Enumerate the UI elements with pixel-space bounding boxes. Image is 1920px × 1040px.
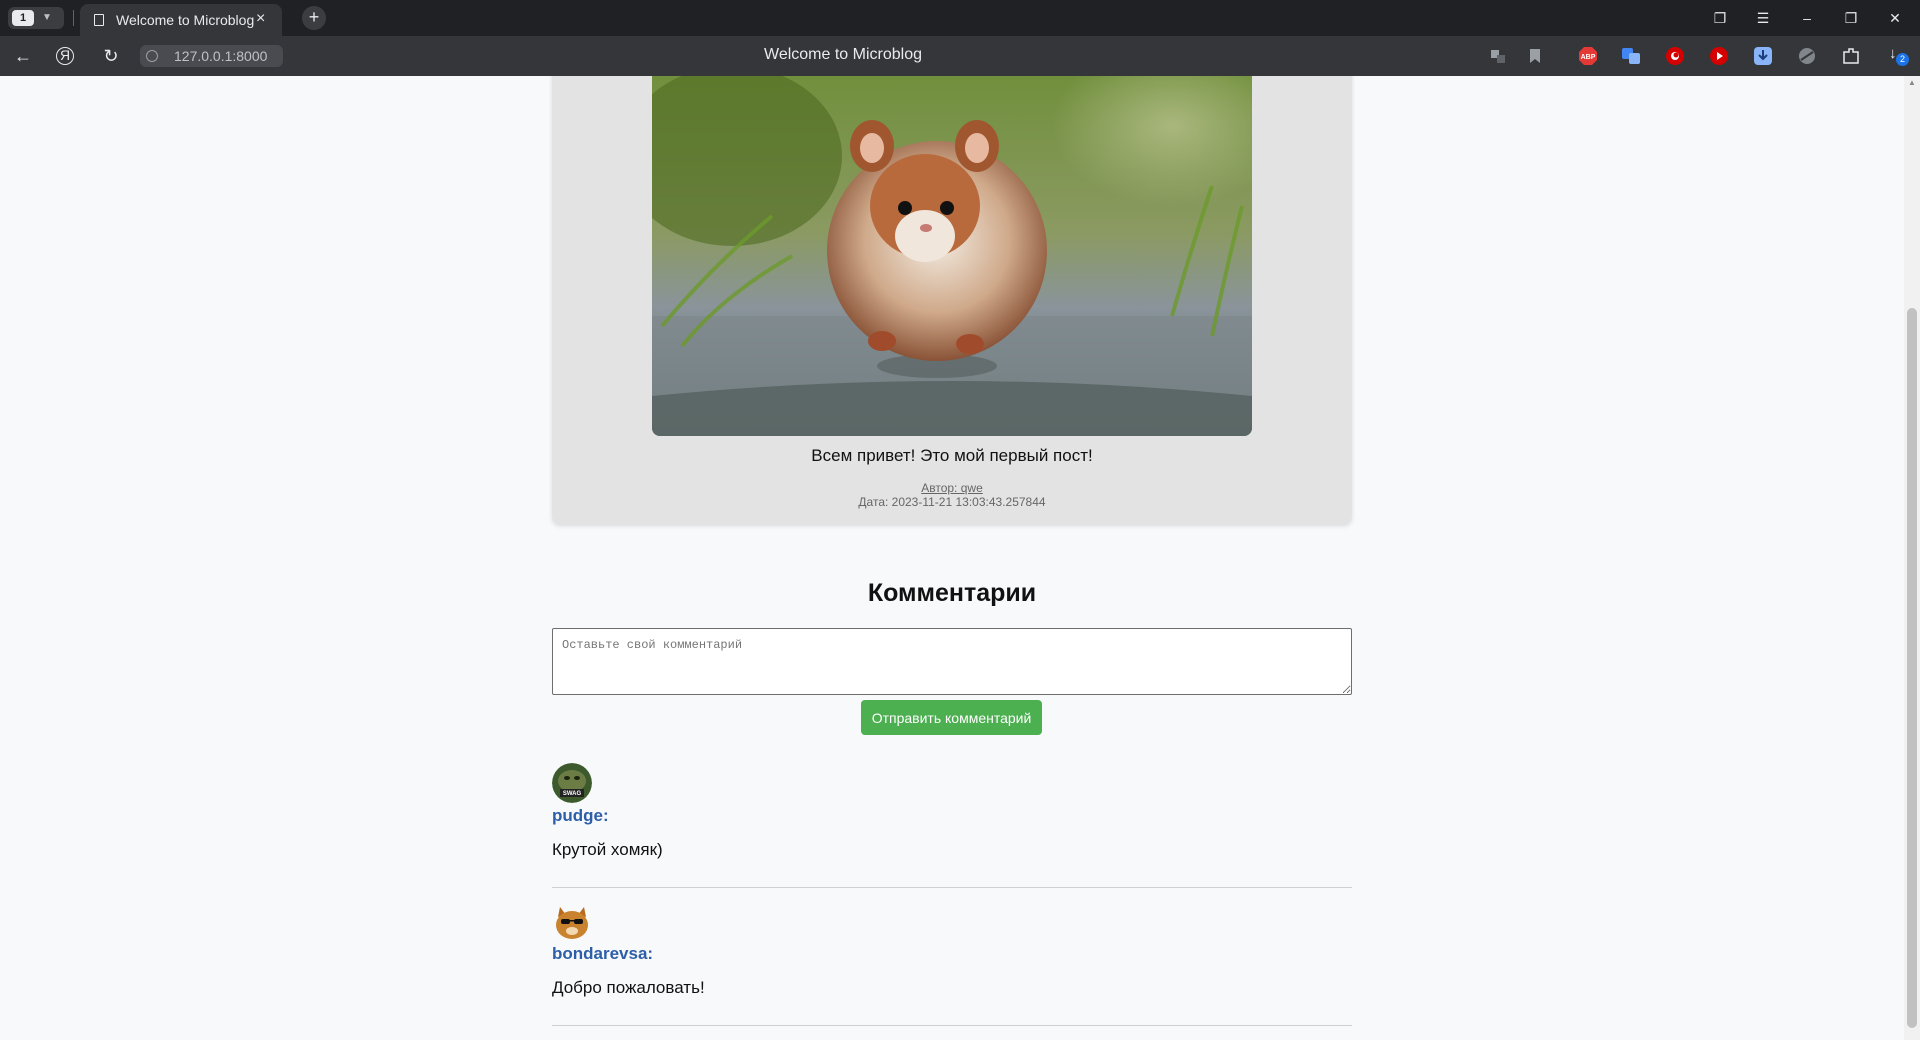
post-text: Всем привет! Это мой первый пост! [811, 446, 1093, 465]
download-helper-icon[interactable] [1753, 46, 1773, 66]
page-scrollbar[interactable]: ▲ [1904, 76, 1920, 1040]
svg-text:ABP: ABP [1581, 54, 1596, 61]
close-window-icon[interactable]: ✕ [1883, 7, 1907, 29]
comment-username: bondarevsa: [552, 944, 654, 963]
downloads-button[interactable]: ↓ 2 [1887, 44, 1911, 68]
avatar-image [552, 901, 592, 941]
comment-username: pudge: [552, 806, 609, 825]
post-card: Всем привет! Это мой первый пост! Автор:… [552, 76, 1352, 524]
page-title: Welcome to Microblog [764, 46, 922, 63]
tab-active[interactable]: Welcome to Microblog × [80, 4, 282, 36]
tab-counter-button[interactable]: 1 ▼ [8, 7, 64, 29]
comment-item: SWAG pudge: Крутой хомяк) [552, 763, 1352, 888]
comment-input[interactable] [552, 628, 1352, 695]
restore-icon[interactable]: ❐ [1839, 7, 1863, 29]
comment-item: bondarevsa: Добро пожаловать! [552, 901, 1352, 1026]
theme-extension-icon[interactable] [1797, 46, 1817, 66]
minimize-icon[interactable]: – [1795, 7, 1819, 29]
chevron-down-icon: ▼ [42, 12, 52, 23]
extensions-puzzle-icon[interactable] [1841, 46, 1861, 66]
tab-separator [73, 10, 74, 26]
comment-text: Добро пожаловать! [552, 978, 705, 997]
scroll-up-arrow-icon[interactable]: ▲ [1908, 78, 1916, 87]
post-author-link[interactable]: Автор: qwe [552, 481, 1352, 495]
translator-extension-icon[interactable] [1621, 46, 1641, 66]
avatar-image: SWAG [552, 763, 592, 803]
page-content: Всем привет! Это мой первый пост! Автор:… [0, 76, 1904, 1040]
download-count-badge: 2 [1896, 53, 1909, 66]
video-extension-icon[interactable] [1709, 46, 1729, 66]
document-icon [94, 14, 104, 26]
collections-icon[interactable]: ❐ [1708, 7, 1732, 29]
svg-text:SWAG: SWAG [563, 791, 582, 797]
tab-title: Welcome to Microblog [116, 12, 255, 28]
close-tab-icon[interactable]: × [256, 10, 265, 28]
comment-text: Крутой хомяк) [552, 840, 663, 859]
avatar: SWAG [552, 763, 592, 803]
new-tab-button[interactable]: + [302, 6, 326, 30]
menu-icon[interactable]: ☰ [1751, 7, 1775, 29]
red-extension-icon[interactable] [1665, 46, 1685, 66]
browser-tab-bar: 1 ▼ Welcome to Microblog × + ❐ ☰ – ❐ ✕ [0, 0, 1920, 36]
tab-count: 1 [12, 10, 34, 26]
adblock-icon[interactable]: ABP [1578, 46, 1598, 66]
browser-address-bar: ← Я ↻ 127.0.0.1:8000 Welcome to Microblo… [0, 36, 1920, 76]
submit-comment-button[interactable]: Отправить комментарий [861, 700, 1042, 735]
post-date: Дата: 2023-11-21 13:03:43.257844 [858, 495, 1046, 509]
bookmark-icon[interactable] [1525, 46, 1545, 66]
translate-icon[interactable] [1488, 46, 1508, 66]
comments-heading: Комментарии [867, 579, 1037, 607]
hamster-photo [652, 76, 1252, 436]
post-image-hamster [652, 76, 1252, 436]
scrollbar-thumb[interactable] [1907, 308, 1917, 1028]
avatar [552, 901, 592, 941]
